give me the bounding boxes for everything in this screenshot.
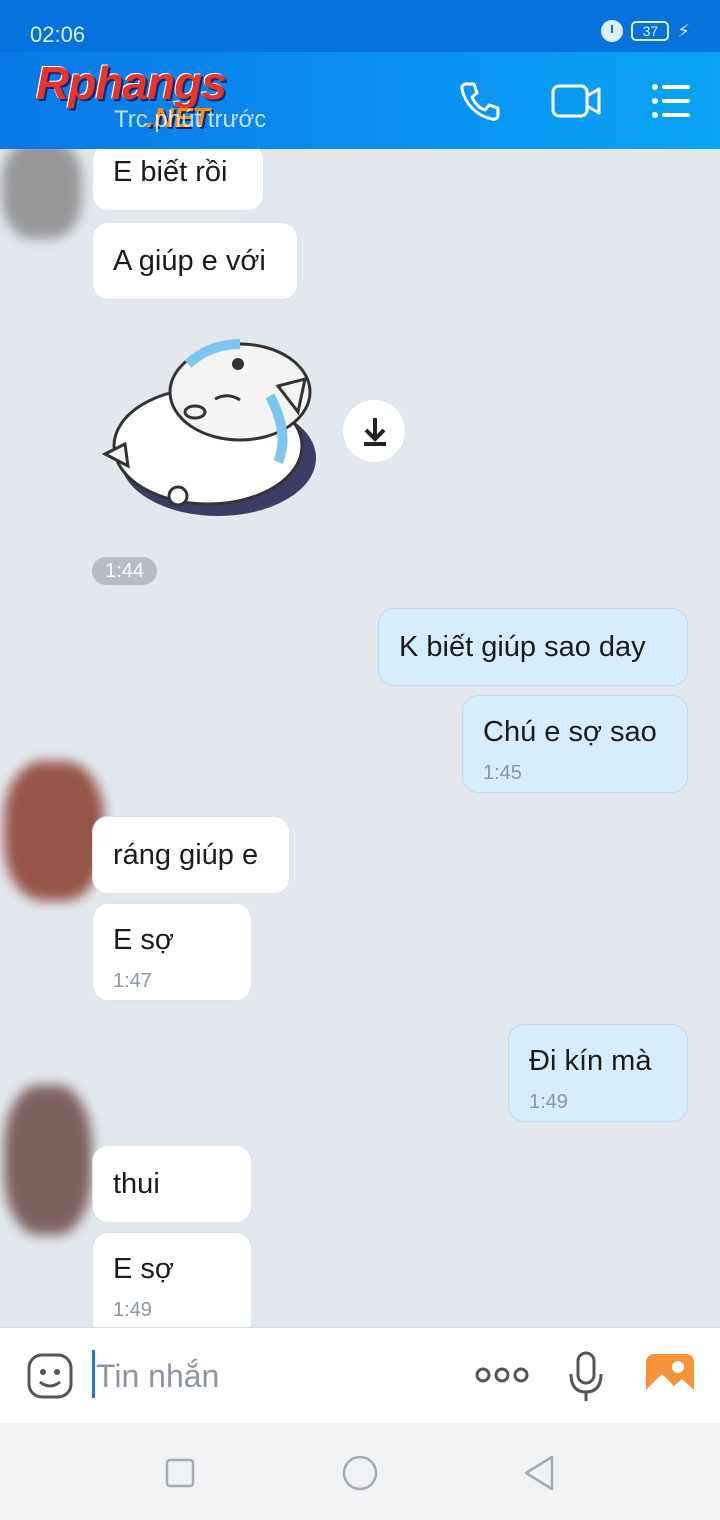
more-options-button[interactable]	[474, 1362, 530, 1388]
voice-message-button[interactable]	[566, 1350, 606, 1404]
app-header: 02:06 37 ⚡ Rphangs .NET Trc phút trước	[0, 0, 720, 149]
battery-level: 37	[631, 21, 670, 41]
last-seen-status: Trc phút trước	[114, 106, 267, 133]
more-dots-icon	[475, 1367, 529, 1383]
incoming-message[interactable]: A giúp e với	[92, 222, 298, 300]
incoming-message[interactable]: ráng giúp e	[92, 816, 290, 894]
text-cursor	[92, 1350, 95, 1398]
outgoing-message[interactable]: Đi kín mà 1:49	[508, 1024, 688, 1122]
voice-call-button[interactable]	[457, 78, 503, 124]
outgoing-message[interactable]: K biết giúp sao day	[378, 608, 688, 686]
contact-avatar[interactable]	[2, 149, 82, 239]
incoming-message[interactable]: E sợ 1:49	[92, 1232, 252, 1327]
message-time: 1:49	[113, 1299, 152, 1321]
contact-avatar[interactable]	[4, 761, 104, 901]
video-call-button[interactable]	[550, 78, 601, 124]
phone-icon	[460, 82, 500, 121]
message-text: Chú e sợ sao	[483, 716, 657, 748]
incoming-message[interactable]: E sợ 1:47	[92, 903, 252, 1001]
message-time: 1:47	[113, 970, 152, 992]
incoming-message[interactable]: E biết rồi	[92, 149, 264, 211]
status-bar: 02:06 37 ⚡	[0, 0, 720, 52]
status-time: 02:06	[30, 22, 86, 47]
chat-conversation[interactable]: E biết rồi A giúp e với 1:44 K biết giúp	[0, 149, 720, 1327]
chat-options-button[interactable]	[648, 78, 694, 124]
message-text: E biết rồi	[113, 156, 228, 188]
message-text: K biết giúp sao day	[399, 631, 646, 663]
system-navigation-bar	[0, 1423, 720, 1520]
back-button[interactable]	[520, 1453, 560, 1493]
circle-icon	[342, 1455, 378, 1491]
video-icon	[551, 84, 601, 118]
send-image-button[interactable]	[644, 1352, 696, 1400]
incoming-message[interactable]: thui	[92, 1145, 252, 1223]
recent-apps-button[interactable]	[160, 1453, 200, 1493]
emoji-button[interactable]	[26, 1352, 74, 1400]
home-button[interactable]	[340, 1453, 380, 1493]
gallery-icon	[646, 1354, 694, 1398]
message-text: ráng giúp e	[113, 839, 259, 871]
download-icon	[364, 418, 386, 446]
list-menu-icon	[652, 84, 690, 118]
download-sticker-button[interactable]	[342, 399, 406, 463]
charging-icon: ⚡	[677, 20, 690, 41]
message-input[interactable]	[96, 1350, 456, 1402]
square-icon	[165, 1458, 195, 1488]
message-time: 1:45	[483, 762, 522, 784]
alarm-icon	[601, 20, 624, 42]
sticker-face-icon	[27, 1353, 73, 1399]
crying-cat-sticker	[101, 339, 316, 516]
message-text: E sợ	[113, 924, 174, 956]
message-time: 1:49	[529, 1091, 568, 1113]
message-text: thui	[113, 1168, 160, 1200]
message-timestamp: 1:44	[92, 557, 157, 585]
message-text: A giúp e với	[113, 245, 266, 277]
sticker-message[interactable]	[100, 334, 325, 529]
message-text: Đi kín mà	[529, 1045, 652, 1077]
microphone-icon	[569, 1351, 603, 1401]
triangle-back-icon	[524, 1455, 554, 1491]
message-composer	[0, 1327, 720, 1423]
contact-avatar[interactable]	[4, 1085, 92, 1235]
outgoing-message[interactable]: Chú e sợ sao 1:45	[462, 695, 688, 793]
message-text: E sợ	[113, 1253, 174, 1285]
